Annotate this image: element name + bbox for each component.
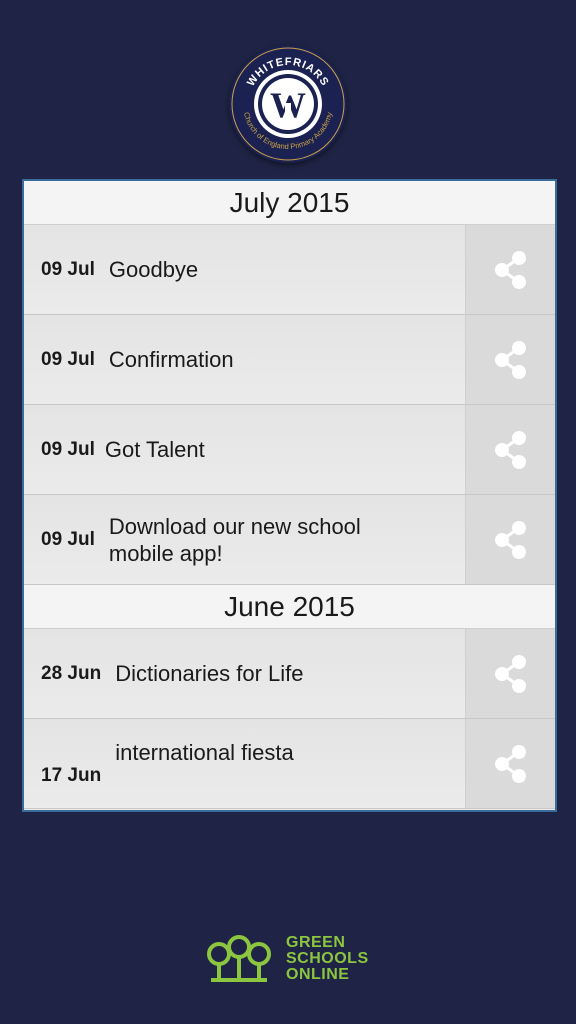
- share-icon: [494, 744, 526, 783]
- share-icon: [494, 430, 526, 469]
- app-screen: W WHITEFRIARS Church of England Primary …: [0, 0, 576, 1024]
- item-title: Goodbye: [108, 257, 199, 282]
- item-title: international fiesta: [115, 740, 294, 765]
- news-list: July 2015 09 Jul Goodbye 09 Jul Confirma…: [22, 179, 557, 812]
- share-button[interactable]: [465, 405, 555, 494]
- list-item[interactable]: 09 Jul Goodbye: [24, 225, 555, 315]
- list-item-content[interactable]: 09 Jul Download our new school mobile ap…: [24, 495, 465, 584]
- item-title: Dictionaries for Life: [115, 661, 304, 686]
- brand-text: GREEN SCHOOLS ONLINE: [286, 935, 369, 983]
- list-item-content[interactable]: 09 Jul Goodbye: [24, 225, 465, 314]
- share-icon: [494, 654, 526, 693]
- share-icon: [494, 250, 526, 289]
- list-item[interactable]: 17 Jun international fiesta: [24, 719, 555, 809]
- school-crest-icon: W WHITEFRIARS Church of England Primary …: [231, 47, 345, 161]
- item-date: 28 Jun: [41, 662, 102, 684]
- list-item[interactable]: 28 Jun Dictionaries for Life: [24, 629, 555, 719]
- green-schools-online-brand: GREEN SCHOOLS ONLINE: [206, 934, 369, 984]
- share-icon: [494, 340, 526, 379]
- brand-text-line: ONLINE: [286, 966, 350, 983]
- item-date: 17 Jun: [41, 765, 102, 786]
- list-item-content[interactable]: 09 Jul Confirmation: [24, 315, 465, 404]
- share-button[interactable]: [465, 719, 555, 808]
- list-item-content[interactable]: 17 Jun international fiesta: [24, 719, 465, 808]
- list-item[interactable]: 09 Jul Got Talent: [24, 405, 555, 495]
- month-header: June 2015: [24, 585, 555, 629]
- share-button[interactable]: [465, 495, 555, 584]
- item-title: Download our new school mobile app!: [108, 513, 361, 566]
- share-button[interactable]: [465, 225, 555, 314]
- item-date: 09 Jul: [41, 258, 95, 280]
- green-schools-online-logo: [207, 935, 271, 982]
- list-item-content[interactable]: 09 Jul Got Talent: [24, 405, 465, 494]
- school-logo: W WHITEFRIARS Church of England Primary …: [229, 45, 347, 163]
- item-title: Confirmation: [108, 347, 234, 372]
- share-icon: [494, 520, 526, 559]
- brand-text-line: GREEN: [286, 934, 346, 951]
- item-date: 09 Jul: [41, 528, 95, 550]
- list-item[interactable]: 09 Jul Confirmation: [24, 315, 555, 405]
- month-header: July 2015: [24, 181, 555, 225]
- item-title: Got Talent: [104, 437, 205, 462]
- item-date: 09 Jul: [41, 438, 95, 460]
- list-item[interactable]: 09 Jul Download our new school mobile ap…: [24, 495, 555, 585]
- share-button[interactable]: [465, 629, 555, 718]
- list-item-content[interactable]: 28 Jun Dictionaries for Life: [24, 629, 465, 718]
- brand-text-line: SCHOOLS: [286, 950, 369, 967]
- item-date: 09 Jul: [41, 348, 95, 370]
- share-button[interactable]: [465, 315, 555, 404]
